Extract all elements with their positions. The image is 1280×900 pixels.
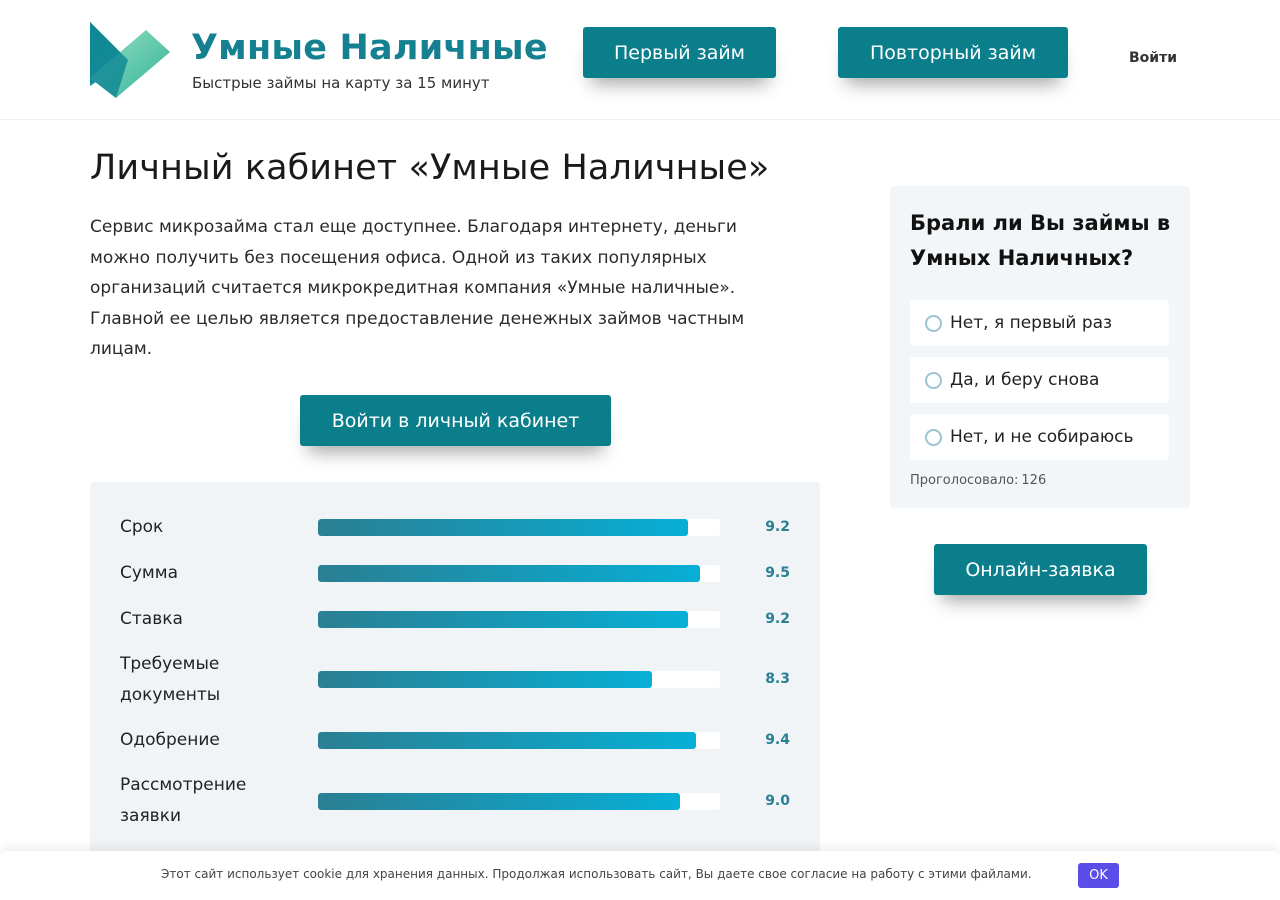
poll-option-label: Да, и беру снова	[950, 370, 1100, 390]
poll-count-label: Проголосовало:	[910, 473, 1019, 488]
cookie-banner: Этот сайт использует cookie для хранения…	[0, 851, 1280, 900]
rating-bar	[318, 519, 720, 536]
logo-icon[interactable]	[90, 22, 170, 98]
poll-option[interactable]: Да, и беру снова	[910, 357, 1169, 403]
rating-label: Одобрение	[120, 730, 220, 750]
cookie-text: Этот сайт использует cookie для хранения…	[161, 867, 1032, 881]
rating-bar-fill	[318, 565, 700, 582]
rating-label: Сумма	[120, 563, 178, 583]
rating-bar-fill	[318, 732, 696, 749]
rating-label: Срок	[120, 517, 164, 537]
first-loan-button[interactable]: Первый займ	[583, 27, 776, 78]
login-link[interactable]: Войти	[1129, 50, 1177, 66]
poll-widget: Брали ли Вы займы в Умных Наличных? Нет,…	[890, 186, 1190, 508]
rating-bar-fill	[318, 793, 680, 810]
rating-bar-fill	[318, 519, 688, 536]
rating-label: Ставка	[120, 609, 183, 629]
poll-option[interactable]: Нет, я первый раз	[910, 300, 1169, 346]
brand-title: Умные Наличные	[191, 28, 548, 68]
rating-label: Требуемые документы	[120, 654, 221, 705]
page-title: Личный кабинет «Умные Наличные»	[90, 148, 770, 188]
rating-bar	[318, 611, 720, 628]
poll-option-label: Нет, и не собираюсь	[950, 427, 1134, 447]
brand-subtitle: Быстрые займы на карту за 15 минут	[192, 74, 490, 92]
ratings-panel: Срок 9.2 Сумма 9.5 Ставка 9.2 Требуемые …	[90, 482, 820, 862]
rating-bar	[318, 671, 720, 688]
poll-vote-count: Проголосовало: 126	[910, 473, 1046, 488]
rating-label: Рассмотрение заявки	[120, 775, 247, 826]
online-application-button[interactable]: Онлайн-заявка	[934, 544, 1147, 595]
rating-value: 9.5	[765, 565, 790, 581]
radio-icon[interactable]	[925, 428, 942, 446]
rating-bar	[318, 793, 720, 810]
rating-value: 9.0	[765, 793, 790, 809]
poll-question: Брали ли Вы займы в Умных Наличных?	[910, 211, 1171, 270]
poll-option-label: Нет, я первый раз	[950, 313, 1113, 333]
rating-value: 8.3	[765, 671, 790, 687]
rating-bar	[318, 732, 720, 749]
rating-value: 9.4	[765, 732, 790, 748]
rating-value: 9.2	[765, 611, 790, 627]
rating-bar	[318, 565, 720, 582]
cookie-ok-button[interactable]: OK	[1078, 863, 1119, 888]
radio-icon[interactable]	[925, 314, 942, 332]
cabinet-login-button[interactable]: Войти в личный кабинет	[300, 395, 611, 446]
repeat-loan-button[interactable]: Повторный займ	[838, 27, 1068, 78]
rating-bar-fill	[318, 671, 652, 688]
rating-value: 9.2	[765, 519, 790, 535]
poll-option[interactable]: Нет, и не собираюсь	[910, 414, 1169, 460]
rating-bar-fill	[318, 611, 688, 628]
poll-count-value: 126	[1021, 473, 1047, 488]
site-header: Умные Наличные Быстрые займы на карту за…	[0, 0, 1280, 120]
radio-icon[interactable]	[925, 371, 942, 389]
intro-text: Сервис микрозайма стал еще доступнее. Бл…	[90, 217, 745, 359]
